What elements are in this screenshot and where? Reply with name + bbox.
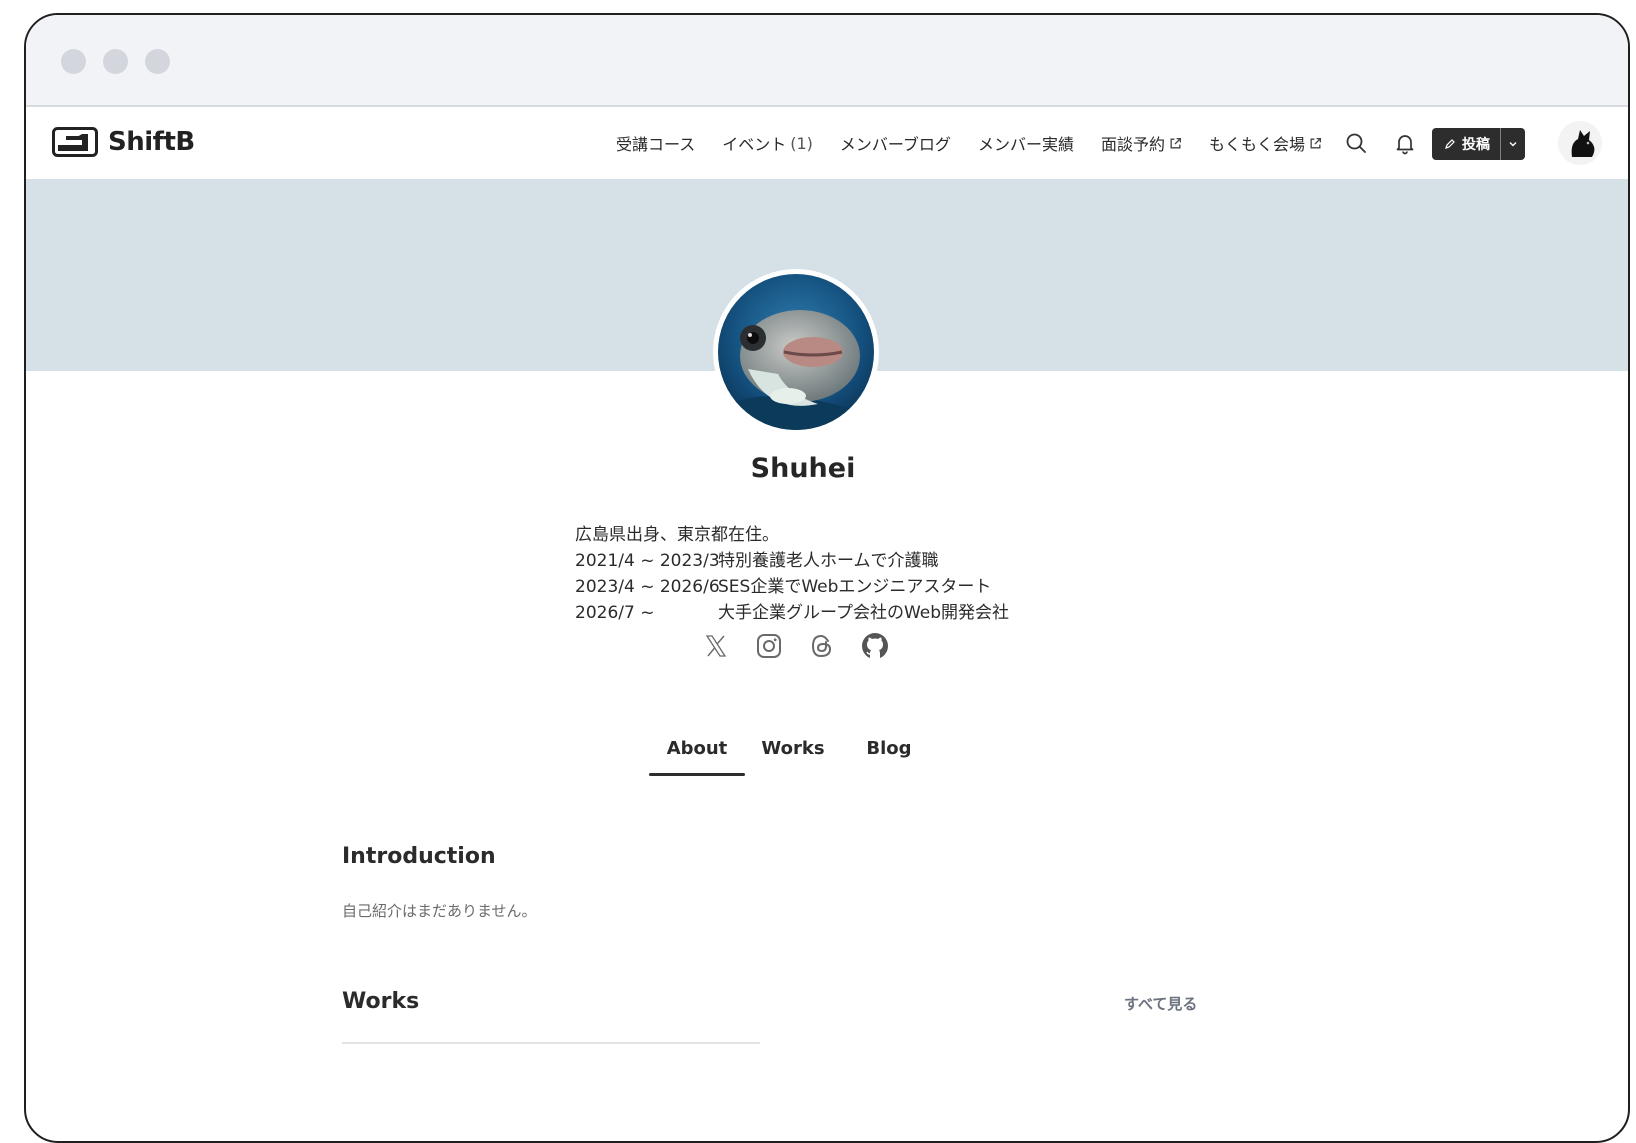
bio-line: 2023/4 ~ 2026/6 SES企業でWebエンジニアスタート [575, 574, 1009, 600]
profile-bio: 広島県出身、東京都在住。 2021/4 ~ 2023/3 特別養護老人ホームで介… [575, 522, 1009, 626]
maximize-window-button[interactable] [145, 49, 170, 74]
tab-blog[interactable]: Blog [841, 732, 937, 776]
nav-item-label: 受講コース [616, 135, 696, 154]
nav-item-label: 面談予約 [1100, 135, 1165, 154]
window-titlebar [26, 15, 1628, 107]
bio-line: 広島県出身、東京都在住。 [575, 522, 1009, 548]
github-icon[interactable] [861, 632, 889, 660]
post-button[interactable]: 投稿 [1432, 128, 1525, 160]
external-link-icon [1170, 137, 1181, 148]
profile-avatar [713, 269, 879, 435]
bio-text: SES企業でWebエンジニアスタート [718, 577, 992, 597]
bio-date: 2023/4 ~ 2026/6 [575, 577, 720, 597]
nav-item-member-blog[interactable]: メンバーブログ [840, 131, 951, 155]
nav-item-label: イベント [722, 135, 787, 154]
close-window-button[interactable] [61, 49, 86, 74]
logo-mark-icon [52, 127, 98, 157]
nav-item-label: メンバー実績 [977, 135, 1074, 154]
introduction-text: 自己紹介はまだありません。 [342, 902, 537, 920]
social-links [702, 632, 889, 660]
post-button-label: 投稿 [1462, 137, 1490, 153]
bio-line: 2021/4 ~ 2023/3 特別養護老人ホームで介護職 [575, 548, 1009, 574]
nav-item-interview-booking[interactable]: 面談予約 [1101, 131, 1182, 155]
works-heading: Works [342, 989, 420, 1014]
tab-works[interactable]: Works [745, 732, 841, 776]
cat-avatar-icon [1558, 121, 1602, 165]
threads-icon[interactable] [808, 632, 836, 660]
x-icon[interactable] [702, 632, 730, 660]
user-avatar[interactable] [1558, 121, 1602, 165]
logo-text: ShiftB [108, 127, 195, 157]
bio-date: 2021/4 ~ 2023/3 [575, 551, 720, 571]
nav-item-member-achievements[interactable]: メンバー実績 [978, 131, 1074, 155]
see-all-works-link[interactable]: すべて見る [1124, 993, 1197, 1014]
external-link-icon [1310, 137, 1322, 148]
instagram-icon[interactable] [755, 632, 783, 660]
post-dropdown-button[interactable] [1501, 139, 1525, 149]
logo[interactable]: ShiftB [52, 127, 195, 157]
nav-item-label: メンバーブログ [839, 135, 951, 154]
works-card-edge [342, 1042, 760, 1044]
introduction-heading: Introduction [342, 844, 496, 869]
bio-date: 2026/7 ~ [575, 603, 655, 623]
bio-text: 大手企業グループ会社のWeb開発会社 [718, 603, 1010, 623]
bio-text: 広島県出身、東京都在住。 [575, 525, 779, 545]
main-nav: 受講コース イベント (1) メンバーブログ メンバー実績 面談予約 もくもく会… [616, 107, 1322, 179]
nav-item-mokumoku-room[interactable]: もくもく会場 [1209, 131, 1322, 155]
post-main-button[interactable]: 投稿 [1432, 134, 1500, 154]
tab-about[interactable]: About [649, 732, 745, 776]
minimize-window-button[interactable] [103, 49, 128, 74]
event-count-badge: (1) [790, 133, 813, 153]
nav-item-events[interactable]: イベント (1) [722, 131, 813, 155]
search-icon[interactable] [1344, 131, 1368, 155]
bell-icon[interactable] [1393, 131, 1417, 155]
nav-item-courses[interactable]: 受講コース [616, 131, 695, 155]
bio-text: 特別養護老人ホームで介護職 [718, 551, 939, 571]
profile-name: Shuhei [750, 453, 856, 484]
top-navbar: ShiftB 受講コース イベント (1) メンバーブログ メンバー実績 面談予… [26, 107, 1628, 179]
fish-photo [718, 274, 874, 430]
bio-line: 2026/7 ~ 大手企業グループ会社のWeb開発会社 [575, 600, 1009, 626]
pencil-icon [1445, 139, 1455, 149]
profile-tabs: About Works Blog [649, 732, 937, 776]
nav-item-label: もくもく会場 [1208, 135, 1305, 154]
chevron-down-icon [1509, 142, 1517, 147]
